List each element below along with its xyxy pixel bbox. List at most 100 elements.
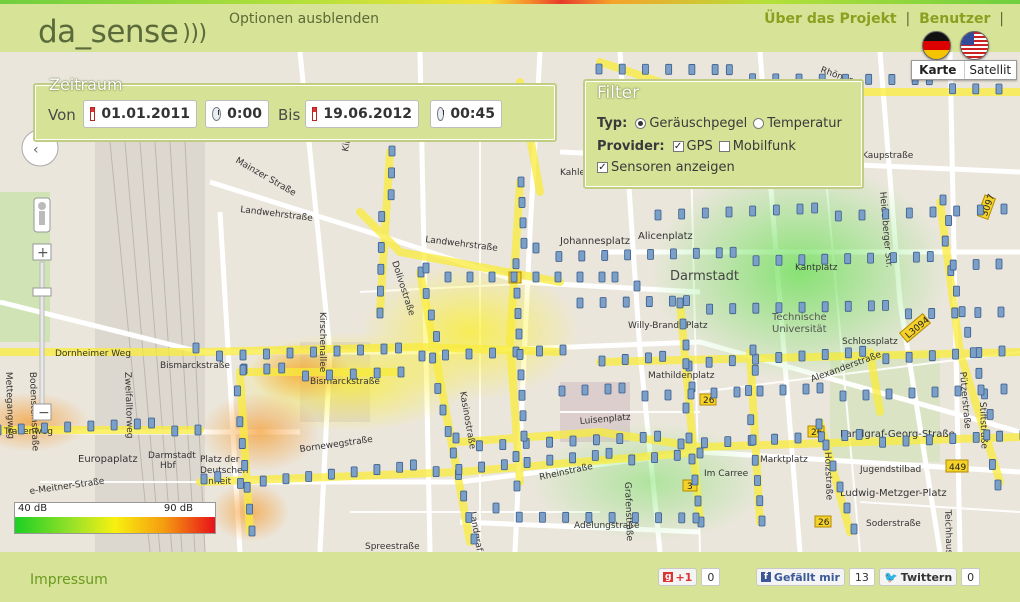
sensor-marker[interactable]	[133, 418, 141, 430]
sensor-marker[interactable]	[546, 436, 553, 448]
sensor-marker[interactable]	[926, 434, 933, 446]
sensor-marker[interactable]	[396, 461, 404, 473]
from-time-field[interactable]: 0:00	[205, 100, 269, 128]
sensor-marker[interactable]	[775, 302, 783, 314]
sensor-marker[interactable]	[972, 83, 980, 95]
sensor-marker[interactable]	[555, 251, 563, 262]
sensor-marker[interactable]	[865, 73, 873, 85]
sensor-marker[interactable]	[752, 353, 759, 365]
sensor-marker[interactable]	[798, 350, 806, 362]
sensor-marker[interactable]	[802, 383, 810, 395]
sensor-marker[interactable]	[520, 430, 528, 442]
sensor-marker[interactable]	[964, 326, 972, 338]
sensor-marker[interactable]	[821, 349, 829, 360]
sensor-marker[interactable]	[779, 384, 787, 396]
sensor-marker[interactable]	[796, 203, 804, 215]
sensor-marker[interactable]	[908, 387, 916, 399]
sensor-marker[interactable]	[598, 271, 606, 283]
sensor-marker[interactable]	[687, 388, 695, 400]
sensor-marker[interactable]	[829, 460, 837, 472]
sensor-marker[interactable]	[248, 525, 256, 537]
sensor-marker[interactable]	[601, 250, 609, 261]
hide-options-link[interactable]: Optionen ausblenden	[229, 11, 379, 27]
sensor-marker[interactable]	[621, 354, 629, 365]
sensor-marker[interactable]	[397, 366, 405, 378]
sensor-marker[interactable]	[654, 209, 662, 221]
sensor-marker[interactable]	[444, 426, 452, 437]
sensor-marker[interactable]	[286, 347, 294, 359]
sensor-marker[interactable]	[236, 416, 244, 428]
sensor-marker[interactable]	[972, 259, 980, 270]
sensor-marker[interactable]	[986, 408, 994, 420]
sensor-marker[interactable]	[519, 217, 527, 229]
twitter-button[interactable]: 🐦 Twittern	[879, 568, 958, 586]
sensor-marker[interactable]	[974, 307, 982, 318]
sensor-marker[interactable]	[997, 306, 1005, 318]
sensor-marker[interactable]	[995, 258, 1003, 270]
sensor-marker[interactable]	[888, 74, 896, 85]
sensor-marker[interactable]	[882, 299, 889, 311]
sensor-marker[interactable]	[478, 461, 486, 473]
sensor-marker[interactable]	[110, 419, 118, 431]
sensor-marker[interactable]	[350, 466, 358, 478]
sensor-marker[interactable]	[259, 475, 267, 487]
sensor-marker[interactable]	[282, 473, 290, 485]
sensor-marker[interactable]	[422, 288, 430, 299]
sensor-marker[interactable]	[395, 342, 402, 354]
sensor-marker[interactable]	[754, 475, 761, 486]
sensor-marker[interactable]	[515, 328, 523, 340]
sensor-marker[interactable]	[599, 297, 607, 308]
sensor-marker[interactable]	[591, 450, 599, 461]
sensor-marker[interactable]	[302, 370, 309, 382]
sensor-marker[interactable]	[879, 436, 886, 448]
sensor-marker[interactable]	[488, 271, 496, 283]
sensor-marker[interactable]	[585, 512, 593, 523]
sensor-marker[interactable]	[665, 63, 673, 75]
sensor-marker[interactable]	[682, 358, 690, 370]
sensor-marker[interactable]	[427, 309, 435, 321]
sensor-marker[interactable]	[834, 210, 842, 222]
de-flag-icon[interactable]	[922, 31, 951, 60]
sensor-marker[interactable]	[489, 347, 496, 359]
sensor-marker[interactable]	[559, 344, 567, 356]
sensor-marker[interactable]	[616, 433, 624, 445]
sensor-marker[interactable]	[598, 355, 606, 367]
sensor-marker[interactable]	[752, 255, 760, 267]
sensor-marker[interactable]	[751, 454, 759, 466]
sensor-marker[interactable]	[532, 271, 540, 283]
sensor-marker[interactable]	[912, 251, 920, 263]
sensor-marker[interactable]	[651, 452, 658, 464]
sensor-marker[interactable]	[821, 301, 829, 313]
sensor-marker[interactable]	[516, 349, 524, 360]
sensor-marker[interactable]	[821, 253, 829, 265]
sensor-marker[interactable]	[578, 250, 586, 262]
sensor-marker[interactable]	[676, 297, 684, 309]
zoom-in-button[interactable]	[33, 192, 51, 208]
sensor-marker[interactable]	[605, 447, 613, 459]
sensor-marker[interactable]	[466, 271, 474, 283]
sensor-marker[interactable]	[628, 454, 636, 466]
sensor-marker[interactable]	[683, 295, 690, 307]
sensors-checkbox[interactable]: ✓	[597, 162, 608, 173]
sensor-marker[interactable]	[771, 433, 778, 445]
sensor-marker[interactable]	[518, 197, 526, 208]
sensor-marker[interactable]	[515, 511, 523, 523]
sensor-marker[interactable]	[517, 176, 525, 188]
sensor-marker[interactable]	[200, 473, 208, 485]
sensor-marker[interactable]	[752, 302, 760, 314]
sensor-marker[interactable]	[595, 63, 603, 75]
sensor-marker[interactable]	[465, 348, 473, 360]
sensor-marker[interactable]	[729, 303, 737, 315]
sensor-marker[interactable]	[815, 418, 823, 430]
sensor-marker[interactable]	[988, 459, 996, 470]
sensor-marker[interactable]	[434, 383, 442, 394]
sensor-marker[interactable]	[682, 339, 690, 351]
sensor-marker[interactable]	[994, 479, 1002, 491]
sensor-marker[interactable]	[995, 83, 1003, 95]
sensor-marker[interactable]	[945, 215, 953, 226]
sensor-marker[interactable]	[569, 452, 576, 464]
sensor-marker[interactable]	[701, 207, 709, 219]
sensor-marker[interactable]	[238, 438, 246, 449]
sensor-marker[interactable]	[432, 466, 440, 478]
sensor-marker[interactable]	[758, 515, 766, 527]
